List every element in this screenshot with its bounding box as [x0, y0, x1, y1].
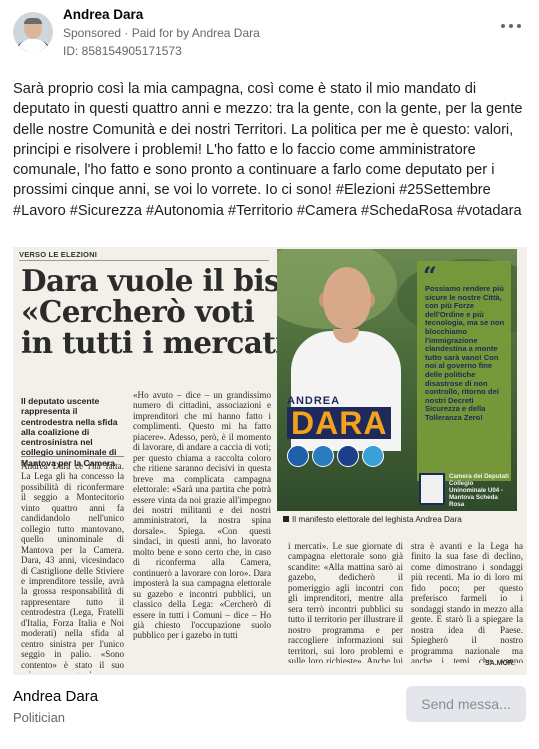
- more-options-button[interactable]: [499, 18, 523, 34]
- footer-page-name[interactable]: Andrea Dara: [13, 688, 98, 705]
- party-logo-icon: [362, 445, 384, 467]
- ad-creative-image[interactable]: VERSO LE ELEZIONI Dara vuole il bis: «Ce…: [13, 247, 527, 675]
- poster-quote: Possiamo rendere più sicure le nostre Ci…: [425, 284, 505, 422]
- dot-icon: [509, 24, 513, 28]
- paid-for-prefix: Paid for by: [131, 26, 190, 40]
- article-column-1: Andrea Dara ce l'ha fatta. La Lega gli h…: [21, 461, 124, 673]
- post-caption: Sarà proprio così la mia campagna, così …: [13, 81, 523, 219]
- party-logo-icon: [287, 445, 309, 467]
- article-column-4: stra è avanti e la Lega ha finito la sua…: [411, 541, 523, 663]
- headline-line: in tutti i mercati»: [21, 325, 304, 360]
- candidate-head: [323, 267, 371, 329]
- photo-caption-text: Il manifesto elettorale del leghista And…: [292, 515, 462, 524]
- post-header: Andrea Dara Sponsored · Paid for by Andr…: [0, 0, 539, 64]
- avatar-hair: [24, 18, 42, 24]
- paid-for-name: Andrea Dara: [191, 26, 260, 40]
- article-column-3: i mercati». Le sue giornate di campagna …: [288, 541, 403, 663]
- candidate-name-block: ANDREA DARA: [287, 395, 413, 447]
- party-logo-icon: [312, 445, 334, 467]
- article-byline: SA.MOR.: [485, 660, 515, 667]
- headline-line: Dara vuole il bis:: [21, 263, 291, 298]
- sponsored-line: Sponsored · Paid for by Andrea Dara: [63, 26, 260, 40]
- article-lead: Il deputato uscente rappresenta il centr…: [21, 396, 118, 468]
- ballot-icon: [419, 473, 445, 505]
- photo-caption: Il manifesto elettorale del leghista And…: [283, 515, 523, 524]
- page-name[interactable]: Andrea Dara: [63, 7, 143, 22]
- quote-card: “ Possiamo rendere più sicure le nostre …: [417, 261, 511, 481]
- post-footer: Andrea Dara Politician Send messa...: [0, 680, 539, 749]
- avatar-shirt: [17, 39, 49, 52]
- avatar[interactable]: [13, 12, 53, 52]
- candidate-last-name: DARA: [287, 407, 392, 439]
- section-label: VERSO LE ELEZIONI: [19, 250, 97, 259]
- dot-icon: [517, 24, 521, 28]
- sponsored-label: Sponsored: [63, 26, 122, 40]
- divider: [19, 260, 269, 261]
- party-logo-icon: [337, 445, 359, 467]
- ballot-text: Camera dei Deputati Collegio Uninominale…: [449, 473, 509, 508]
- article-headline: Dara vuole il bis: «Cercherò voti in tut…: [21, 263, 304, 360]
- headline-line: «Cercherò voti: [21, 294, 255, 329]
- footer-page-category: Politician: [13, 710, 66, 725]
- square-bullet-icon: [283, 516, 289, 522]
- separator: ·: [124, 26, 129, 40]
- divider: [21, 456, 124, 457]
- article-column-2: «Ho avuto – dice – un grandissimo numero…: [133, 390, 271, 641]
- ballot-info: Camera dei Deputati Collegio Uninominale…: [417, 469, 511, 509]
- party-logos: [287, 445, 411, 469]
- campaign-poster-photo: “ Possiamo rendere più sicure le nostre …: [277, 249, 517, 511]
- ad-id: ID: 858154905171573: [63, 44, 182, 58]
- dot-icon: [501, 24, 505, 28]
- send-message-button[interactable]: Send messa...: [406, 686, 526, 722]
